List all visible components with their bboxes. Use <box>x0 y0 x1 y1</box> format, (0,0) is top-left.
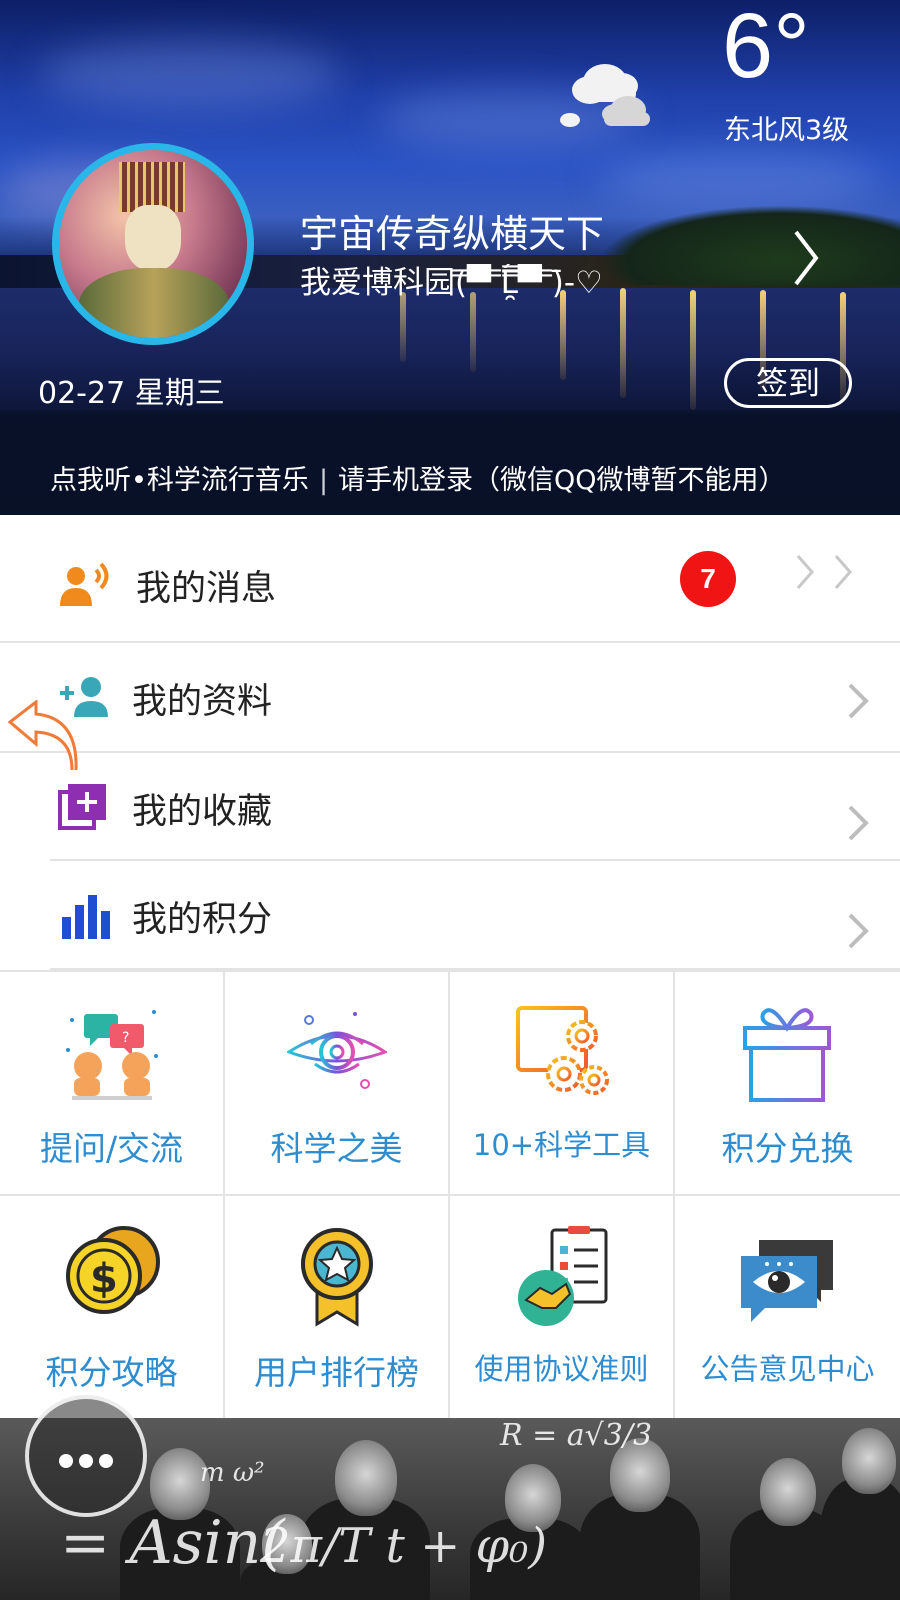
grid-label-qa: 提问/交流 <box>39 1129 184 1168</box>
svg-text:?: ? <box>122 1030 129 1046</box>
speaker-person-icon <box>60 562 109 606</box>
grid-label-points-exchange: 积分兑换 <box>721 1129 854 1168</box>
agreement-icon <box>518 1226 608 1326</box>
music-link[interactable]: 点我听•科学流行音乐 <box>50 465 309 496</box>
temperature: 6° <box>722 0 810 97</box>
menu-item-profile[interactable]: 我的资料 <box>0 643 900 751</box>
phone-login-link[interactable]: 请手机登录（微信QQ微博暂不能用） <box>338 465 786 496</box>
add-collection-icon <box>58 784 106 830</box>
profile-header: 6° 东北风3级 宇宙传奇纵横天下 我爱博科园(̿▀̿ ̿Ĺ̯̿̿▀̿ ̿)̄-… <box>0 0 900 515</box>
menu-item-favorites[interactable]: 我的收藏 <box>0 753 900 861</box>
coins-icon: $ <box>66 1226 160 1314</box>
grid-item-agreement[interactable]: 使用协议准则 <box>450 1196 675 1420</box>
date-label: 02-27 星期三 <box>38 376 225 411</box>
bar-chart-icon <box>62 895 110 939</box>
menu-label-profile: 我的资料 <box>132 682 273 722</box>
gift-icon <box>743 1008 831 1102</box>
medal-icon <box>301 1228 373 1327</box>
double-chevron-icon <box>796 555 852 589</box>
feature-grid: ? 提问/交流 科学之美 10+科学工具 积分兑换 $ 积分攻略 用户排行榜 使… <box>0 970 900 1420</box>
grid-label-leaderboard: 用户排行榜 <box>254 1353 419 1392</box>
black-hole-icon <box>287 1012 387 1089</box>
grid-item-science-beauty[interactable]: 科学之美 <box>225 972 450 1196</box>
grid-item-qa[interactable]: ? 提问/交流 <box>0 972 225 1196</box>
more-options-button[interactable] <box>25 1395 147 1517</box>
grid-item-leaderboard[interactable]: 用户排行榜 <box>225 1196 450 1420</box>
chevron-right-icon[interactable] <box>790 228 820 288</box>
undo-arrow-icon[interactable] <box>6 700 78 776</box>
chevron-right-icon <box>848 805 869 841</box>
signin-button[interactable]: 签到 <box>724 358 852 408</box>
menu-label-favorites: 我的收藏 <box>132 792 273 832</box>
grid-label-notice-center: 公告意见中心 <box>700 1352 875 1386</box>
menu-item-messages[interactable]: 我的消息 <box>0 530 900 638</box>
chevron-right-icon <box>848 913 869 949</box>
grid-label-science-tools: 10+科学工具 <box>472 1128 651 1162</box>
settings-tools-icon <box>516 1006 609 1095</box>
menu-label-messages: 我的消息 <box>136 569 277 609</box>
eye-chat-icon <box>741 1240 833 1322</box>
avatar[interactable] <box>52 143 254 345</box>
grid-label-points-guide: 积分攻略 <box>45 1353 178 1392</box>
grid-item-points-exchange[interactable]: 积分兑换 <box>675 972 900 1196</box>
discussion-icon: ? <box>66 1010 158 1100</box>
more-dots-icon <box>59 1454 73 1468</box>
wind-info: 东北风3级 <box>724 115 850 146</box>
cloudy-icon <box>560 52 660 132</box>
user-motto: 我爱博科园(̿▀̿ ̿Ĺ̯̿̿▀̿ ̿)̄-♡ <box>300 265 603 301</box>
profile-page: 6° 东北风3级 宇宙传奇纵横天下 我爱博科园(̿▀̿ ̿Ĺ̯̿̿▀̿ ̿)̄-… <box>0 0 900 1600</box>
svg-text:$: $ <box>90 1256 118 1302</box>
grid-item-science-tools[interactable]: 10+科学工具 <box>450 972 675 1196</box>
grid-label-agreement: 使用协议准则 <box>474 1352 649 1386</box>
menu-label-points: 我的积分 <box>132 900 273 940</box>
message-count-badge: 7 <box>680 551 736 607</box>
grid-item-notice-center[interactable]: 公告意见中心 <box>675 1196 900 1420</box>
grid-label-science-beauty: 科学之美 <box>270 1129 403 1168</box>
link-separator: | <box>318 465 329 496</box>
grid-item-points-guide[interactable]: $ 积分攻略 <box>0 1196 225 1420</box>
chevron-right-icon <box>848 683 869 719</box>
username[interactable]: 宇宙传奇纵横天下 <box>300 203 604 258</box>
menu-item-points[interactable]: 我的积分 <box>0 861 900 969</box>
header-links: 点我听•科学流行音乐 | 请手机登录（微信QQ微博暂不能用） <box>50 458 786 497</box>
